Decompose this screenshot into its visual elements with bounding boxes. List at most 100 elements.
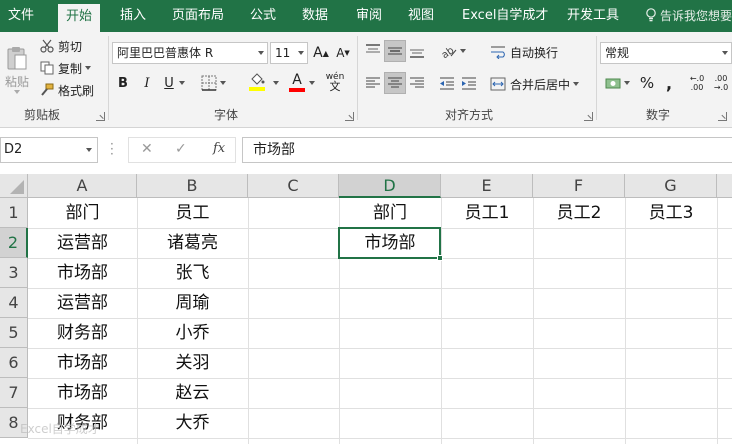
select-all-button[interactable] — [0, 174, 28, 198]
number-launcher[interactable] — [718, 112, 727, 121]
align-right-button[interactable] — [406, 72, 428, 94]
percent-button[interactable]: % — [638, 72, 656, 94]
tab-home[interactable]: 开始 — [58, 4, 101, 32]
row-header-2[interactable]: 2 — [0, 228, 28, 258]
tab-insert[interactable]: 插入 — [120, 0, 146, 32]
cancel-icon[interactable]: ✕ — [141, 141, 153, 157]
cell-b3[interactable]: 张飞 — [137, 258, 248, 288]
cell-b1[interactable]: 员工 — [137, 198, 248, 228]
tab-review[interactable]: 审阅 — [356, 0, 382, 32]
font-launcher[interactable] — [345, 112, 354, 121]
underline-dropdown[interactable] — [178, 72, 186, 94]
tab-data[interactable]: 数据 — [302, 0, 328, 32]
fill-handle[interactable] — [437, 255, 443, 261]
row-header-4[interactable]: 4 — [0, 288, 28, 318]
row-header-7[interactable]: 7 — [0, 378, 28, 408]
align-center-button[interactable] — [384, 72, 406, 94]
increase-decimal-button[interactable]: ←.0 .00 — [686, 72, 708, 94]
align-left-button[interactable] — [362, 72, 384, 94]
column-header-b[interactable]: B — [137, 174, 248, 198]
copy-button[interactable]: 复制 — [40, 58, 92, 78]
wrap-text-button[interactable]: 自动换行 — [490, 42, 558, 62]
format-painter-button[interactable]: 格式刷 — [40, 80, 94, 100]
align-bottom-button[interactable] — [406, 40, 428, 62]
row-header-6[interactable]: 6 — [0, 348, 28, 378]
bold-button[interactable]: B — [114, 72, 132, 94]
font-name-dropdown[interactable]: 阿里巴巴普惠体 R — [112, 42, 268, 64]
align-top-icon — [366, 44, 380, 53]
increase-indent-icon — [462, 77, 476, 90]
column-header-a[interactable]: A — [28, 174, 137, 198]
underline-button[interactable]: U — [160, 72, 178, 94]
merge-center-button[interactable]: 合并后居中 — [490, 74, 580, 94]
cut-button[interactable]: 剪切 — [40, 36, 82, 56]
worksheet-grid[interactable]: A B C D E F G 1 2 3 4 5 6 7 8 部门 运营部 市场部… — [0, 174, 732, 444]
paste-button[interactable]: 粘贴 — [4, 36, 30, 102]
cell-b7[interactable]: 赵云 — [137, 378, 248, 408]
font-size-dropdown[interactable]: 11 — [270, 42, 308, 64]
cell-e1[interactable]: 员工1 — [441, 198, 533, 228]
active-cell-border — [338, 227, 441, 259]
decrease-indent-button[interactable] — [436, 72, 458, 94]
fill-color-dropdown[interactable] — [272, 72, 280, 94]
tab-view[interactable]: 视图 — [408, 0, 434, 32]
alignment-launcher[interactable] — [584, 112, 593, 121]
row-header-5[interactable]: 5 — [0, 318, 28, 348]
increase-indent-button[interactable] — [458, 72, 480, 94]
cell-b2[interactable]: 诸葛亮 — [137, 228, 248, 258]
cell-a1[interactable]: 部门 — [28, 198, 137, 228]
row-header-1[interactable]: 1 — [0, 198, 28, 228]
column-header-e[interactable]: E — [441, 174, 533, 198]
clipboard-launcher[interactable] — [96, 112, 105, 121]
align-top-button[interactable] — [362, 40, 384, 62]
column-header-h[interactable] — [717, 174, 732, 198]
enter-icon[interactable]: ✓ — [175, 141, 187, 157]
name-box[interactable]: D2 — [0, 137, 98, 163]
font-color-dropdown[interactable] — [308, 72, 316, 94]
tab-excel-self-study[interactable]: Excel自学成才 — [462, 0, 548, 32]
cell-f1[interactable]: 员工2 — [533, 198, 625, 228]
number-format-dropdown[interactable]: 常规 — [600, 42, 732, 64]
cell-a7[interactable]: 市场部 — [28, 378, 137, 408]
insert-function-icon[interactable]: fx — [213, 141, 225, 156]
shrink-font-button[interactable]: A ▼ — [334, 44, 352, 62]
column-header-g[interactable]: G — [625, 174, 717, 198]
tell-me-search[interactable]: 告诉我您想要 — [645, 0, 732, 32]
format-painter-label: 格式刷 — [58, 83, 95, 98]
align-middle-button[interactable] — [384, 40, 406, 62]
phonetic-guide-button[interactable]: wén 文 — [322, 70, 348, 94]
cell-b6[interactable]: 关羽 — [137, 348, 248, 378]
cell-a5[interactable]: 财务部 — [28, 318, 137, 348]
orientation-button[interactable]: ab — [438, 40, 468, 62]
cell-b5[interactable]: 小乔 — [137, 318, 248, 348]
column-header-c[interactable]: C — [248, 174, 339, 198]
borders-button[interactable] — [196, 72, 230, 94]
tab-page-layout[interactable]: 页面布局 — [172, 0, 224, 32]
cell-a6[interactable]: 市场部 — [28, 348, 137, 378]
cell-a2[interactable]: 运营部 — [28, 228, 137, 258]
tab-developer[interactable]: 开发工具 — [567, 0, 619, 32]
decrease-decimal-button[interactable]: .00 →.0 — [710, 72, 732, 94]
italic-button[interactable]: I — [138, 72, 156, 94]
tab-file[interactable]: 文件 — [8, 0, 34, 32]
cell-a3[interactable]: 市场部 — [28, 258, 137, 288]
svg-text:ab: ab — [441, 45, 456, 58]
cell-g1[interactable]: 员工3 — [625, 198, 717, 228]
comma-style-button[interactable]: , — [660, 72, 678, 94]
column-header-d[interactable]: D — [339, 174, 441, 198]
cell-d1[interactable]: 部门 — [339, 198, 441, 228]
formula-bar-grip[interactable]: · · · — [110, 138, 114, 160]
column-header-f[interactable]: F — [533, 174, 625, 198]
cell-a4[interactable]: 运营部 — [28, 288, 137, 318]
align-bottom-icon — [410, 49, 424, 58]
grow-font-button[interactable]: A ▲ — [312, 44, 330, 62]
font-color-button[interactable]: A — [284, 70, 310, 94]
accounting-format-button[interactable] — [600, 72, 634, 94]
formula-input[interactable]: 市场部 — [242, 137, 732, 163]
fill-color-button[interactable] — [240, 70, 274, 94]
tab-formulas[interactable]: 公式 — [250, 0, 276, 32]
cell-b4[interactable]: 周瑜 — [137, 288, 248, 318]
row-header-3[interactable]: 3 — [0, 258, 28, 288]
cell-b8[interactable]: 大乔 — [137, 408, 248, 438]
tell-me-text: 告诉我您想要 — [660, 9, 732, 23]
